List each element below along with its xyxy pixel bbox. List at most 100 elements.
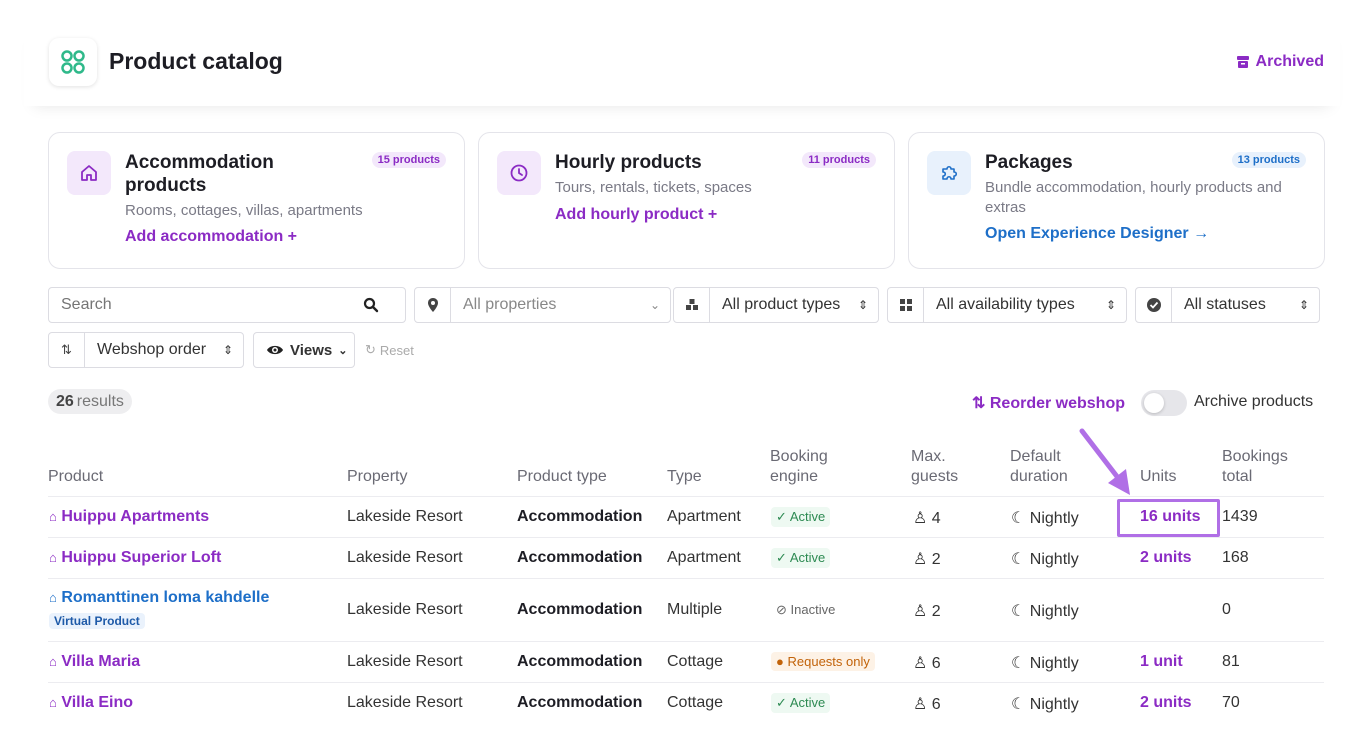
add-accommodation-link[interactable]: Add accommodation + [125,228,297,246]
property-select[interactable]: All properties ⌄ [414,287,671,323]
header-line: guests [911,468,959,485]
type-cell: Apartment [667,549,741,566]
header-line: Booking [770,448,828,465]
views-label: Views [290,341,333,359]
search-icon[interactable] [363,297,379,313]
units-link[interactable]: 2 units [1140,549,1192,567]
archived-label: Archived [1255,53,1324,70]
header-line: Bookings [1222,448,1288,465]
units-link[interactable]: 1 unit [1140,653,1183,671]
col-header-product-type: Product type [517,468,607,485]
eye-icon [267,345,283,355]
home-icon: ⌂ [49,509,57,524]
person-icon: ♙ [913,655,928,672]
search-input[interactable] [49,296,359,314]
units-link[interactable]: 2 units [1140,694,1192,712]
card-description: Tours, rentals, tickets, spaces [555,179,752,196]
header-line: Default [1010,448,1061,465]
highlight-box [1117,499,1220,537]
product-type-cell: Accommodation [517,601,643,618]
reorder-webshop-button[interactable]: ⇅ Reorder webshop [972,393,1125,413]
toggle-knob [1144,393,1164,413]
views-button[interactable]: Views ⌄ [253,332,355,368]
availability-type-select[interactable]: All availability types ⇕ [887,287,1127,323]
type-cell: Cottage [667,653,724,670]
puzzle-icon [927,151,971,195]
product-name: Villa Maria [61,653,141,670]
status-badge: ✓ Active [771,693,831,713]
home-icon: ⌂ [49,695,57,710]
duration-value: Nightly [1029,696,1079,713]
card-title: Accommodation products [125,152,274,196]
open-experience-designer-link[interactable]: Open Experience Designer → [985,225,1209,243]
status-select-value: All statuses [1184,296,1266,313]
product-link[interactable]: ⌂ Huippu Apartments [49,508,209,526]
add-hourly-product-link[interactable]: Add hourly product + [555,206,717,224]
card-title: Hourly products [555,152,702,173]
card-description: Rooms, cottages, villas, apartments [125,202,363,219]
results-count: 26 results [48,389,132,414]
max-guests-cell: ♙ 4 [913,508,941,528]
duration-cell: ☾ Nightly [1011,653,1079,673]
home-icon: ⌂ [49,550,57,565]
max-guests-value: 2 [931,551,941,568]
col-header-product: Product [48,468,104,485]
product-link[interactable]: ⌂ Villa Eino [49,694,133,712]
header-bar: Product catalog Archived [24,24,1340,106]
product-type-cell: Accommodation [517,653,643,670]
col-header-booking-engine: Booking engine [770,447,828,487]
person-icon: ♙ [913,510,928,527]
col-header-bookings-total: Bookings total [1222,447,1288,487]
grid-icon [888,288,924,322]
moon-icon: ☾ [1011,696,1026,713]
row-divider [48,641,1324,642]
max-guests-value: 6 [931,696,941,713]
card-title: Packages [985,152,1073,173]
header-line: engine [770,468,819,485]
archive-products-label: Archive products [1194,393,1314,410]
availability-type-select-value: All availability types [936,296,1075,313]
col-header-max-guests: Max. guests [911,447,958,487]
reset-icon: ↻ [365,342,376,357]
product-type-select[interactable]: All product types ⇕ [673,287,879,323]
search-field[interactable] [48,287,406,323]
col-header-type: Type [667,468,702,485]
sort-arrows-icon: ⇕ [222,343,233,357]
archive-products-toggle[interactable] [1141,390,1187,416]
ban-icon: ⊘ [776,602,787,617]
clock-icon: ● [776,654,784,669]
reset-button[interactable]: ↻ Reset [365,342,414,358]
check-icon: ✓ [776,509,787,524]
status-badge: ✓ Active [771,548,831,568]
max-guests-value: 4 [931,510,941,527]
status-select[interactable]: All statuses ⇕ [1135,287,1320,323]
product-type-cell: Accommodation [517,508,643,525]
check-circle-icon [1136,288,1172,322]
sort-select[interactable]: ⇅ Webshop order ⇕ [48,332,244,368]
duration-cell: ☾ Nightly [1011,601,1079,621]
status-label: Active [789,509,826,524]
product-link[interactable]: ⌂ Romanttinen loma kahdelle [49,589,269,607]
sort-arrows-icon: ⇕ [857,298,868,312]
duration-value: Nightly [1029,603,1079,620]
sort-arrows-icon: ⇕ [1298,298,1309,312]
check-icon: ✓ [776,695,787,710]
property-cell: Lakeside Resort [347,694,463,711]
results-number: 26 [56,392,74,410]
duration-value: Nightly [1029,510,1079,527]
status-label: Active [789,550,826,565]
product-count-badge: 15 products [371,152,446,168]
product-name: Romanttinen loma kahdelle [61,589,270,606]
duration-cell: ☾ Nightly [1011,549,1079,569]
duration-cell: ☾ Nightly [1011,508,1079,528]
row-divider [48,578,1324,579]
status-label: Requests only [787,654,870,669]
max-guests-cell: ♙ 2 [913,601,941,621]
type-cell: Apartment [667,508,741,525]
status-label: Active [789,695,826,710]
product-link[interactable]: ⌂ Huippu Superior Loft [49,549,221,567]
moon-icon: ☾ [1011,603,1026,620]
product-link[interactable]: ⌂ Villa Maria [49,653,140,671]
archived-link[interactable]: Archived [1236,53,1324,71]
check-icon: ✓ [776,550,787,565]
